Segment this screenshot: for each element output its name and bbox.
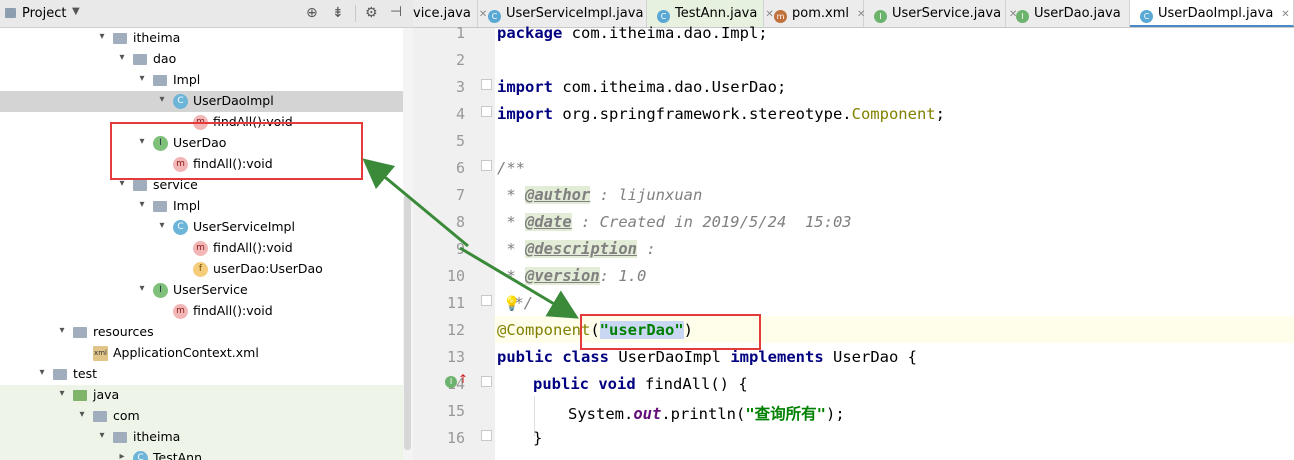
annotation-arrow	[362, 158, 579, 319]
arrow-to-userdao	[362, 158, 469, 248]
arrow-to-component	[459, 246, 579, 319]
